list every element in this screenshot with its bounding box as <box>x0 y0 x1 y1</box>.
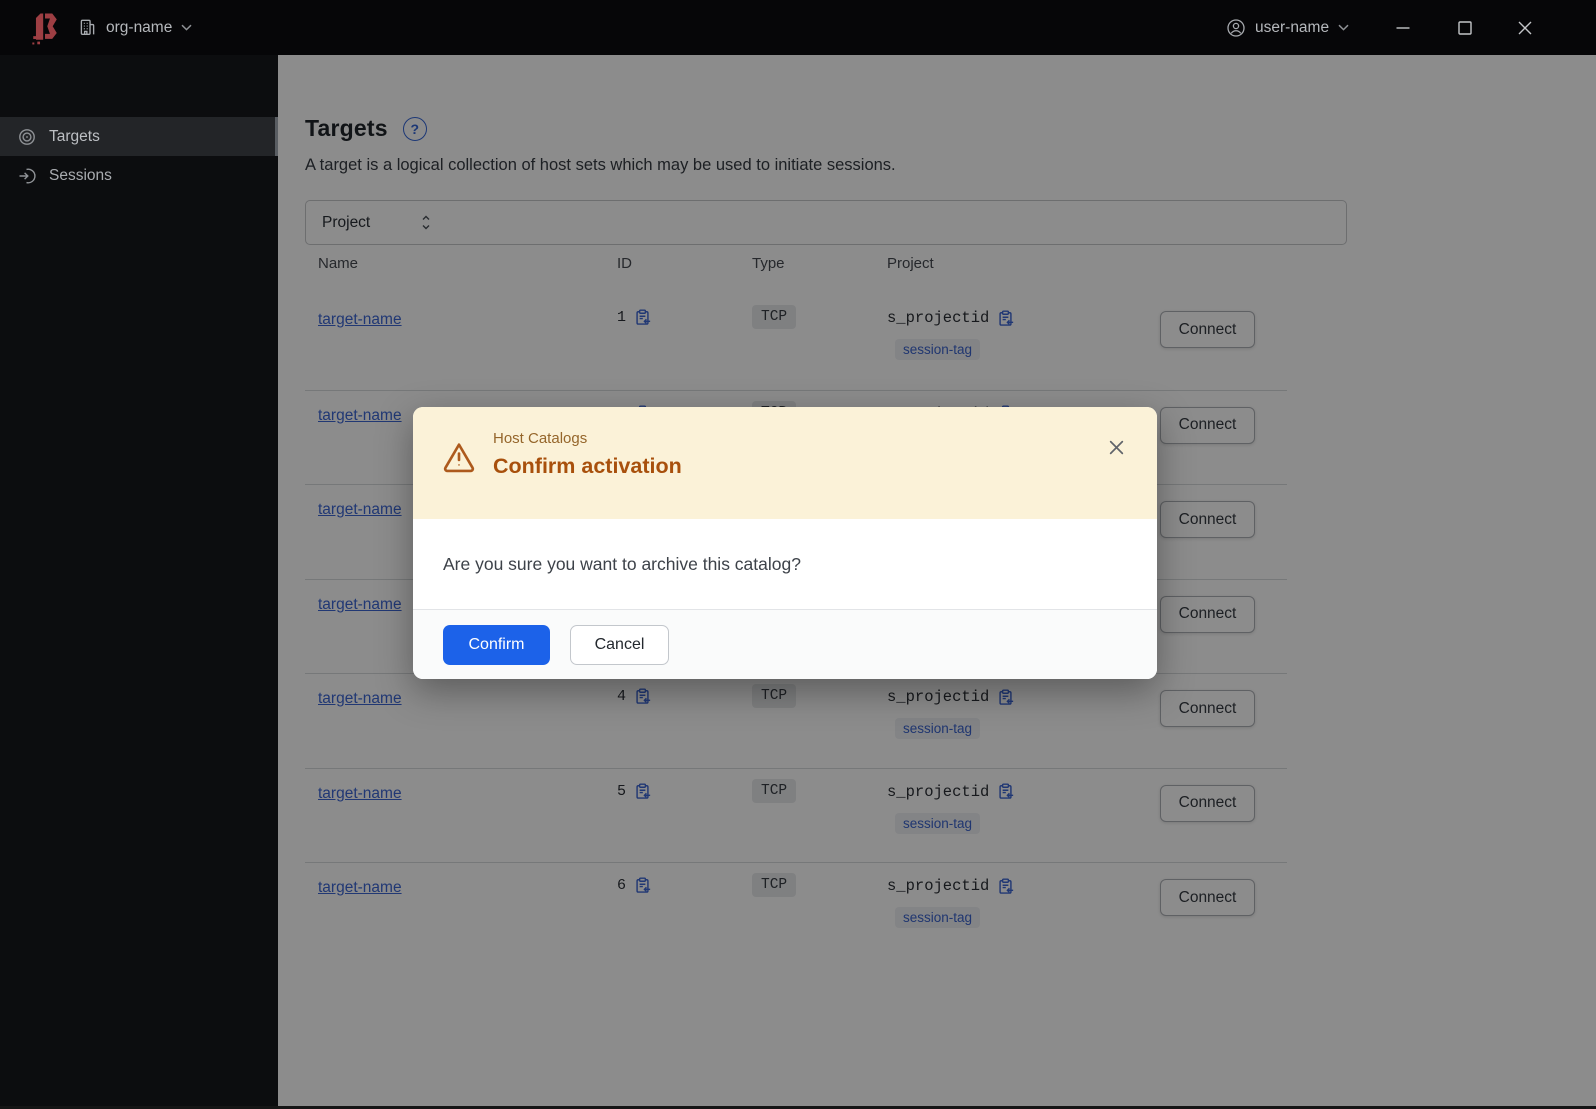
sidebar-item-label: Sessions <box>49 166 112 184</box>
dialog-footer: Confirm Cancel <box>413 609 1157 679</box>
sidebar-item-sessions[interactable]: Sessions <box>0 156 278 195</box>
user-name-label: user-name <box>1255 18 1330 36</box>
target-icon <box>18 128 36 146</box>
org-name-label: org-name <box>106 18 173 36</box>
dialog-header: Host Catalogs Confirm activation <box>413 407 1157 519</box>
window-maximize-button[interactable] <box>1448 0 1482 55</box>
window-close-button[interactable] <box>1508 0 1542 55</box>
sidebar-item-targets[interactable]: Targets <box>0 117 278 156</box>
cancel-button[interactable]: Cancel <box>570 624 669 665</box>
org-icon <box>78 18 97 37</box>
sidebar-item-label: Targets <box>49 127 100 145</box>
chevron-down-icon <box>1338 24 1349 31</box>
titlebar: org-name user-name <box>0 0 1596 55</box>
dialog-close-icon[interactable] <box>1105 436 1127 458</box>
warning-triangle-icon <box>442 441 476 473</box>
session-login-icon <box>18 167 36 185</box>
chevron-down-icon <box>181 24 192 31</box>
org-switcher[interactable]: org-name <box>78 0 192 55</box>
user-icon <box>1226 18 1246 38</box>
dialog-context-label: Host Catalogs <box>493 430 588 447</box>
confirm-dialog: Host Catalogs Confirm activation Are you… <box>413 407 1157 679</box>
window-minimize-button[interactable] <box>1386 0 1420 55</box>
sidebar: Targets Sessions <box>0 55 278 1109</box>
dialog-title: Confirm activation <box>493 454 682 478</box>
boundary-logo-icon <box>28 9 62 47</box>
confirm-button[interactable]: Confirm <box>443 624 550 665</box>
dialog-body-text: Are you sure you want to archive this ca… <box>413 519 1157 609</box>
user-menu[interactable]: user-name <box>1226 0 1349 55</box>
